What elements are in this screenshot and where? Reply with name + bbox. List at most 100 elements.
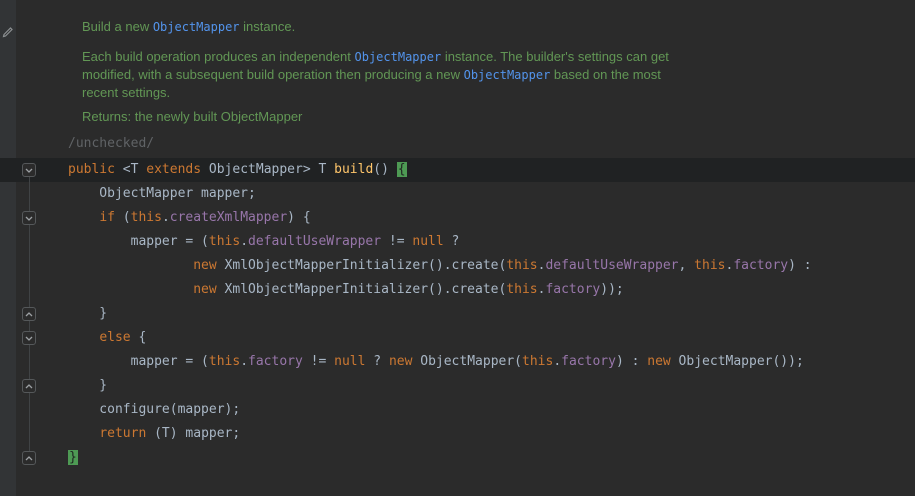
fold-up-icon[interactable] bbox=[22, 379, 36, 393]
code-token: . bbox=[162, 210, 170, 225]
fold-down-icon[interactable] bbox=[22, 211, 36, 225]
code-token: factory bbox=[545, 282, 600, 297]
code-token: () bbox=[373, 162, 396, 177]
doc-code-ref-link[interactable]: ObjectMapper bbox=[153, 20, 240, 34]
doc-text: Returns: the newly built ObjectMapper bbox=[82, 109, 302, 124]
doc-text: based on the most bbox=[550, 67, 661, 82]
code-line[interactable]: } bbox=[68, 374, 812, 398]
code-token: this bbox=[506, 258, 537, 273]
doc-line: recent settings. bbox=[82, 84, 669, 101]
code-token: factory bbox=[561, 354, 616, 369]
code-token: new bbox=[193, 258, 216, 273]
fold-down-icon[interactable] bbox=[22, 163, 36, 177]
code-token: )); bbox=[600, 282, 623, 297]
code-token: null bbox=[412, 234, 443, 249]
code-token bbox=[68, 330, 99, 345]
matched-brace: } bbox=[68, 450, 78, 465]
code-token: != bbox=[303, 354, 334, 369]
code-token: this bbox=[131, 210, 162, 225]
code-line[interactable]: } bbox=[68, 302, 812, 326]
code-line[interactable]: public <T extends ObjectMapper> T build(… bbox=[68, 158, 812, 182]
code-token: ? bbox=[444, 234, 460, 249]
code-line[interactable]: new XmlObjectMapperInitializer().create(… bbox=[68, 278, 812, 302]
doc-line: Each build operation produces an indepen… bbox=[82, 48, 669, 66]
code-token: new bbox=[193, 282, 216, 297]
code-token: ObjectMapper( bbox=[412, 354, 522, 369]
code-token: ) : bbox=[788, 258, 811, 273]
code-token: if bbox=[99, 210, 122, 225]
code-token: this bbox=[506, 282, 537, 297]
code-token: defaultUseWrapper bbox=[248, 234, 381, 249]
code-token: <T bbox=[123, 162, 146, 177]
matched-brace: { bbox=[397, 162, 407, 177]
code-token: . bbox=[240, 354, 248, 369]
code-line[interactable]: mapper = (this.factory != null ? new Obj… bbox=[68, 350, 812, 374]
code-token: configure(mapper); bbox=[68, 402, 240, 417]
code-line[interactable]: else { bbox=[68, 326, 812, 350]
edit-doc-pencil-icon[interactable] bbox=[2, 23, 14, 42]
code-token: XmlObjectMapperInitializer().create( bbox=[217, 258, 507, 273]
code-line[interactable]: new XmlObjectMapperInitializer().create(… bbox=[68, 254, 812, 278]
code-line[interactable]: if (this.createXmlMapper) { bbox=[68, 206, 812, 230]
code-token: createXmlMapper bbox=[170, 210, 287, 225]
code-line[interactable]: ObjectMapper mapper; bbox=[68, 182, 812, 206]
doc-code-ref-link[interactable]: ObjectMapper bbox=[355, 50, 442, 64]
code-token: extends bbox=[146, 162, 209, 177]
code-token: factory bbox=[248, 354, 303, 369]
code-token: new bbox=[389, 354, 412, 369]
code-token: ) { bbox=[287, 210, 310, 225]
fold-up-icon[interactable] bbox=[22, 307, 36, 321]
code-token: ObjectMapper> T bbox=[209, 162, 334, 177]
code-token: ) : bbox=[616, 354, 647, 369]
doc-text: modified, with a subsequent build operat… bbox=[82, 67, 464, 82]
code-token: } bbox=[68, 378, 107, 393]
code-token: this bbox=[209, 354, 240, 369]
code-token: factory bbox=[733, 258, 788, 273]
fold-down-icon[interactable] bbox=[22, 331, 36, 345]
code-token: this bbox=[694, 258, 725, 273]
code-token bbox=[68, 210, 99, 225]
code-token: . bbox=[240, 234, 248, 249]
code-token: ObjectMapper mapper; bbox=[68, 186, 256, 201]
code-token: mapper = ( bbox=[68, 354, 209, 369]
folded-suppresswarnings-annotation[interactable]: /unchecked/ bbox=[68, 136, 154, 151]
code-token: this bbox=[522, 354, 553, 369]
code-token: this bbox=[209, 234, 240, 249]
code-token: build bbox=[334, 162, 373, 177]
code-token: new bbox=[647, 354, 670, 369]
code-line[interactable]: configure(mapper); bbox=[68, 398, 812, 422]
code-token bbox=[68, 282, 193, 297]
rendered-doc-comment: Build a new ObjectMapper instance. Each b… bbox=[82, 18, 669, 125]
code-token: . bbox=[553, 354, 561, 369]
code-token: (T) mapper; bbox=[146, 426, 240, 441]
doc-text: instance. bbox=[240, 19, 296, 34]
doc-text: recent settings. bbox=[82, 85, 170, 100]
doc-text: Each build operation produces an indepen… bbox=[82, 49, 355, 64]
code-line[interactable]: } bbox=[68, 446, 812, 470]
code-token bbox=[68, 258, 193, 273]
code-token: , bbox=[679, 258, 695, 273]
code-token: null bbox=[334, 354, 365, 369]
code-token: else bbox=[99, 330, 130, 345]
doc-text: Build a new bbox=[82, 19, 153, 34]
code-token: != bbox=[381, 234, 412, 249]
doc-line: Returns: the newly built ObjectMapper bbox=[82, 108, 669, 125]
code-token: XmlObjectMapperInitializer().create( bbox=[217, 282, 507, 297]
gutter-strip bbox=[0, 0, 16, 496]
code-token: ? bbox=[365, 354, 388, 369]
code-token: mapper = ( bbox=[68, 234, 209, 249]
code-token: } bbox=[68, 306, 107, 321]
code-line[interactable]: mapper = (this.defaultUseWrapper != null… bbox=[68, 230, 812, 254]
code-token: ObjectMapper()); bbox=[671, 354, 804, 369]
code-token: { bbox=[131, 330, 147, 345]
doc-text: instance. The builder's settings can get bbox=[441, 49, 669, 64]
doc-code-ref-link[interactable]: ObjectMapper bbox=[464, 68, 551, 82]
code-token: ( bbox=[123, 210, 131, 225]
code-token: return bbox=[99, 426, 146, 441]
doc-line: modified, with a subsequent build operat… bbox=[82, 66, 669, 84]
code-line[interactable]: return (T) mapper; bbox=[68, 422, 812, 446]
code-editor-area[interactable]: public <T extends ObjectMapper> T build(… bbox=[68, 158, 812, 470]
code-token: defaultUseWrapper bbox=[545, 258, 678, 273]
fold-up-icon[interactable] bbox=[22, 451, 36, 465]
code-token: public bbox=[68, 162, 123, 177]
